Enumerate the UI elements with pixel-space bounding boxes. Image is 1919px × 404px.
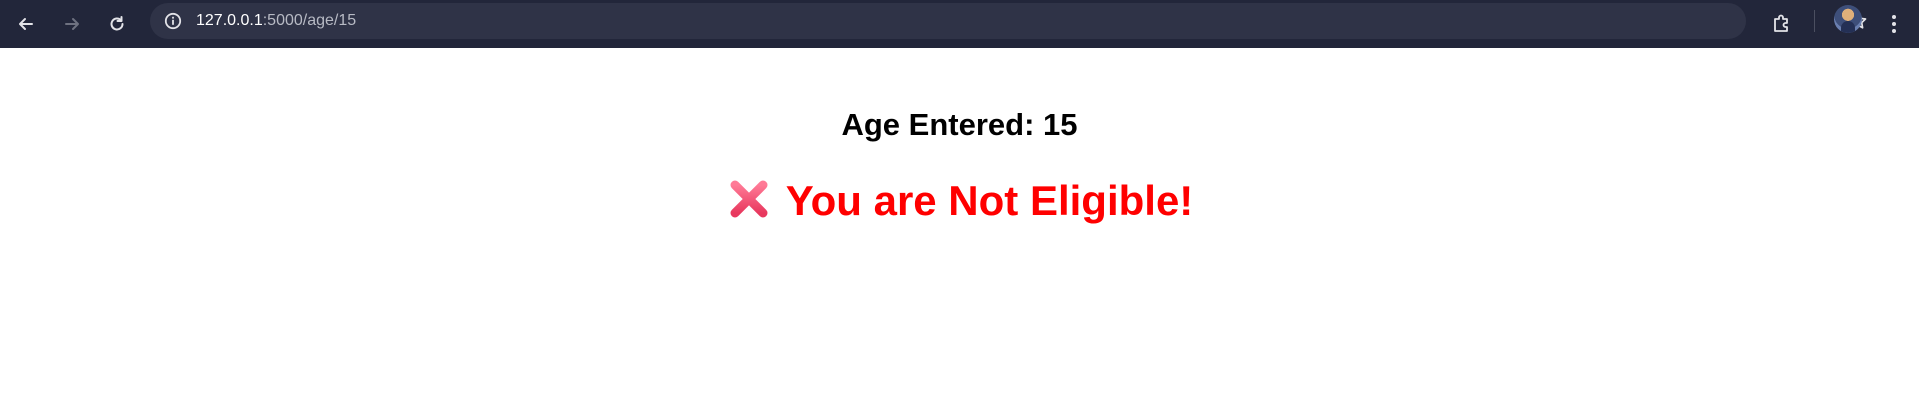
forward-arrow-icon <box>65 18 79 30</box>
extensions-button[interactable] <box>1764 6 1800 42</box>
profile-avatar[interactable] <box>1834 5 1862 33</box>
toolbar-divider <box>1814 10 1815 32</box>
eligibility-result: You are Not Eligible! <box>0 176 1919 225</box>
menu-button[interactable] <box>1880 6 1908 42</box>
puzzle-icon <box>1774 14 1788 32</box>
age-entered-heading: Age Entered: 15 <box>841 107 1078 142</box>
page-content: Age Entered: 15 You are Not Eligible! <box>0 48 1919 404</box>
address-bar[interactable]: 127.0.0.1:5000/age/15 <box>150 3 1867 39</box>
cross-mark-icon <box>730 180 768 218</box>
browser-toolbar: 127.0.0.1:5000/age/15 <box>0 0 1919 48</box>
url-path: :5000/age/15 <box>262 12 357 29</box>
reload-icon <box>110 16 124 31</box>
url-host: 127.0.0.1 <box>196 12 263 29</box>
back-button[interactable] <box>8 6 44 42</box>
result-text: You are Not Eligible! <box>785 177 1194 224</box>
forward-button[interactable] <box>54 6 90 42</box>
site-info-button[interactable] <box>162 10 184 32</box>
reload-button[interactable] <box>99 6 135 42</box>
url-text[interactable]: 127.0.0.1:5000/age/15 <box>196 12 356 30</box>
back-arrow-icon <box>19 18 33 30</box>
kebab-menu-icon <box>1892 15 1896 33</box>
site-info-icon <box>164 12 182 30</box>
